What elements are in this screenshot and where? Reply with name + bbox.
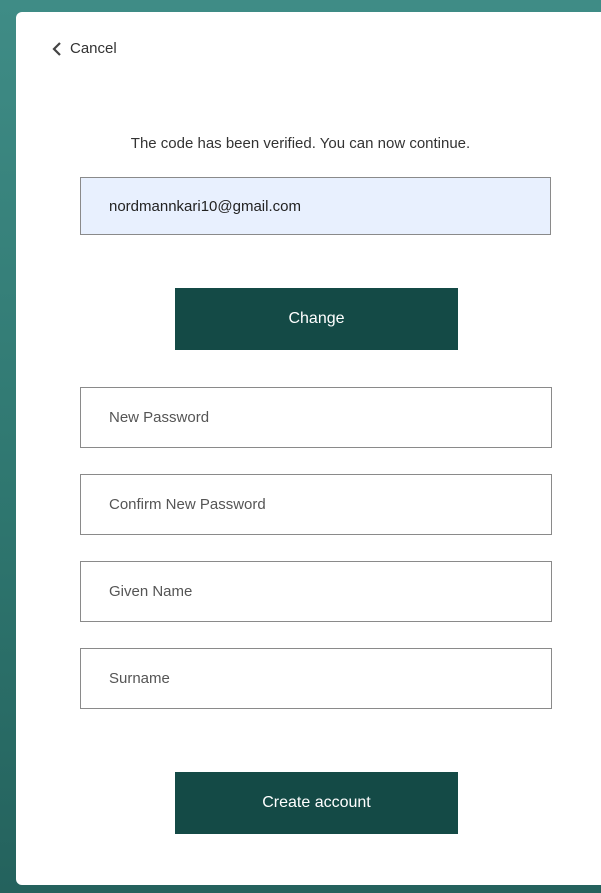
cancel-label: Cancel <box>70 40 117 57</box>
email-field[interactable]: nordmannkari10@gmail.com <box>80 177 551 235</box>
email-value: nordmannkari10@gmail.com <box>109 197 301 215</box>
new-password-input[interactable] <box>80 387 552 448</box>
confirm-password-input[interactable] <box>80 474 552 535</box>
chevron-left-icon <box>52 41 62 57</box>
surname-input[interactable] <box>80 648 552 709</box>
given-name-input[interactable] <box>80 561 552 622</box>
create-account-button[interactable]: Create account <box>175 772 458 834</box>
verification-message: The code has been verified. You can now … <box>130 135 471 152</box>
cancel-link[interactable]: Cancel <box>52 40 117 57</box>
change-button[interactable]: Change <box>175 288 458 350</box>
